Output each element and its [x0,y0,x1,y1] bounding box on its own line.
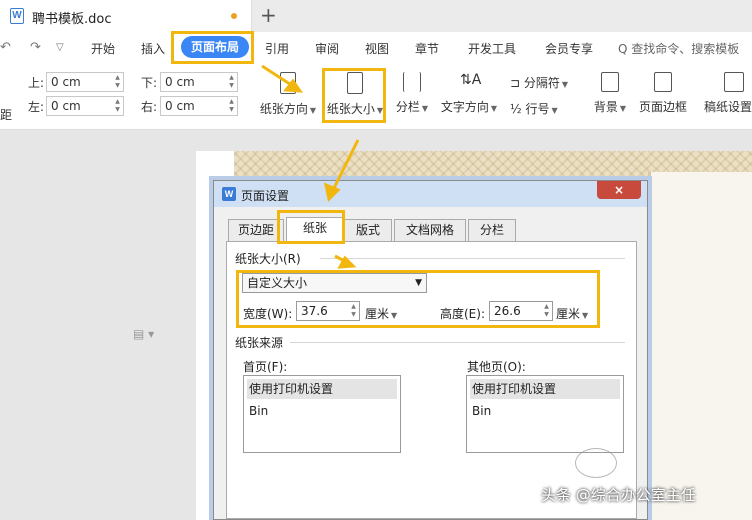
annotation-arrows [261,64,360,269]
watermark-text: 头条 @综合办公室主任 [541,486,696,504]
watermark-logo [575,448,617,478]
